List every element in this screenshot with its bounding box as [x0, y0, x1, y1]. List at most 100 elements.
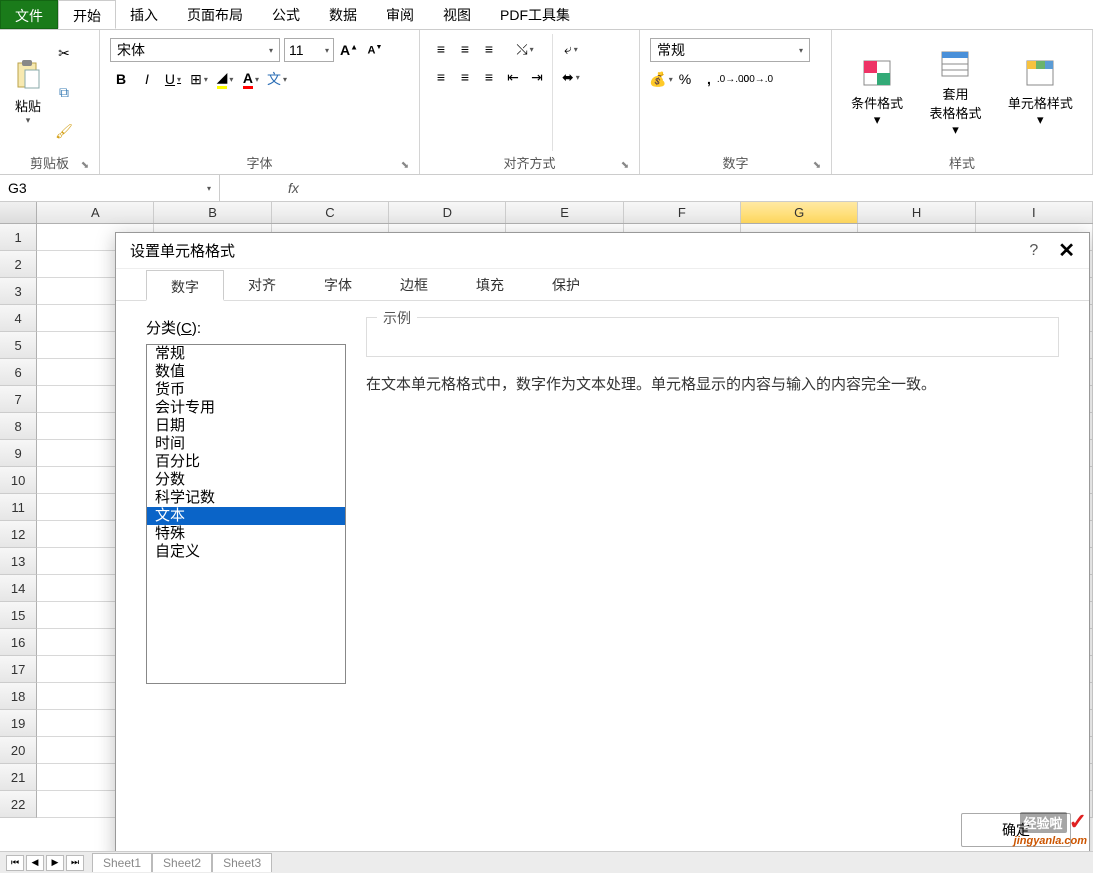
close-button[interactable]: ✕ — [1058, 238, 1075, 263]
category-item[interactable]: 货币 — [147, 381, 345, 399]
row-header-5[interactable]: 5 — [0, 332, 37, 359]
column-header-D[interactable]: D — [389, 202, 506, 223]
launcher-icon[interactable]: ⬊ — [399, 160, 411, 172]
row-header-17[interactable]: 17 — [0, 656, 37, 683]
increase-font-button[interactable]: A▲ — [338, 39, 360, 61]
wrap-text-button[interactable]: ⤶▾ — [561, 38, 581, 60]
row-header-1[interactable]: 1 — [0, 224, 37, 251]
row-header-9[interactable]: 9 — [0, 440, 37, 467]
row-header-19[interactable]: 19 — [0, 710, 37, 737]
category-item[interactable]: 数值 — [147, 363, 345, 381]
column-header-H[interactable]: H — [858, 202, 975, 223]
row-header-22[interactable]: 22 — [0, 791, 37, 818]
dialog-tab-字体[interactable]: 字体 — [300, 269, 376, 300]
dialog-tab-数字[interactable]: 数字 — [146, 270, 224, 301]
row-header-13[interactable]: 13 — [0, 548, 37, 575]
conditional-format-button[interactable]: 条件格式▾ — [843, 34, 911, 151]
align-left-button[interactable]: ≡ — [430, 66, 452, 88]
italic-button[interactable]: I — [136, 68, 158, 90]
align-middle-button[interactable]: ≡ — [454, 38, 476, 60]
sheet-tab[interactable]: Sheet2 — [152, 853, 212, 872]
sheet-nav-last[interactable]: ⏭ — [66, 855, 84, 871]
orientation-button[interactable]: ⤯▾ — [514, 38, 536, 60]
category-item[interactable]: 日期 — [147, 417, 345, 435]
align-right-button[interactable]: ≡ — [478, 66, 500, 88]
category-item[interactable]: 时间 — [147, 435, 345, 453]
cut-button[interactable]: ✂ — [54, 44, 74, 64]
sheet-nav-first[interactable]: ⏮ — [6, 855, 24, 871]
launcher-icon[interactable]: ⬊ — [811, 160, 823, 172]
tab-review[interactable]: 审阅 — [372, 0, 429, 29]
row-header-2[interactable]: 2 — [0, 251, 37, 278]
font-size-select[interactable]: 11▾ — [284, 38, 334, 62]
copy-button[interactable]: ⧉ — [54, 83, 74, 103]
sheet-tab[interactable]: Sheet1 — [92, 853, 152, 872]
row-header-16[interactable]: 16 — [0, 629, 37, 656]
category-item[interactable]: 特殊 — [147, 525, 345, 543]
column-header-G[interactable]: G — [741, 202, 858, 223]
column-header-B[interactable]: B — [154, 202, 271, 223]
underline-button[interactable]: U▾ — [162, 68, 184, 90]
dialog-tab-填充[interactable]: 填充 — [452, 269, 528, 300]
font-color-button[interactable]: A▾ — [240, 68, 262, 90]
column-header-F[interactable]: F — [624, 202, 741, 223]
row-header-15[interactable]: 15 — [0, 602, 37, 629]
indent-increase-button[interactable]: ⇥ — [526, 66, 548, 88]
select-all-corner[interactable] — [0, 202, 37, 223]
tab-insert[interactable]: 插入 — [116, 0, 173, 29]
category-item[interactable]: 分数 — [147, 471, 345, 489]
launcher-icon[interactable]: ⬊ — [79, 160, 91, 172]
tab-home[interactable]: 开始 — [58, 0, 116, 29]
row-header-18[interactable]: 18 — [0, 683, 37, 710]
cell-styles-button[interactable]: 单元格样式▾ — [1000, 34, 1081, 151]
percent-button[interactable]: % — [674, 68, 696, 90]
tab-file[interactable]: 文件 — [0, 0, 58, 29]
row-header-21[interactable]: 21 — [0, 764, 37, 791]
category-item[interactable]: 百分比 — [147, 453, 345, 471]
bold-button[interactable]: B — [110, 68, 132, 90]
dialog-tab-保护[interactable]: 保护 — [528, 269, 604, 300]
font-name-select[interactable]: 宋体▾ — [110, 38, 280, 62]
column-header-C[interactable]: C — [272, 202, 389, 223]
border-button[interactable]: ⊞▾ — [188, 68, 210, 90]
row-header-11[interactable]: 11 — [0, 494, 37, 521]
indent-decrease-button[interactable]: ⇤ — [502, 66, 524, 88]
tab-view[interactable]: 视图 — [429, 0, 486, 29]
row-header-12[interactable]: 12 — [0, 521, 37, 548]
name-box[interactable]: G3▾ — [0, 175, 220, 201]
tab-data[interactable]: 数据 — [315, 0, 372, 29]
align-bottom-button[interactable]: ≡ — [478, 38, 500, 60]
decrease-font-button[interactable]: A▼ — [364, 39, 386, 61]
decrease-decimal-button[interactable]: .00→.0 — [746, 68, 768, 90]
row-header-4[interactable]: 4 — [0, 305, 37, 332]
row-header-10[interactable]: 10 — [0, 467, 37, 494]
row-header-20[interactable]: 20 — [0, 737, 37, 764]
tab-layout[interactable]: 页面布局 — [173, 0, 258, 29]
launcher-icon[interactable]: ⬊ — [619, 160, 631, 172]
category-item[interactable]: 常规 — [147, 345, 345, 363]
number-format-select[interactable]: 常规▾ — [650, 38, 810, 62]
tab-pdf[interactable]: PDF工具集 — [486, 0, 585, 29]
column-header-I[interactable]: I — [976, 202, 1093, 223]
currency-button[interactable]: 💰▾ — [650, 68, 672, 90]
format-table-button[interactable]: 套用 表格格式▾ — [921, 34, 989, 151]
row-header-6[interactable]: 6 — [0, 359, 37, 386]
help-button[interactable]: ? — [1029, 242, 1038, 260]
row-header-14[interactable]: 14 — [0, 575, 37, 602]
row-header-7[interactable]: 7 — [0, 386, 37, 413]
row-header-8[interactable]: 8 — [0, 413, 37, 440]
align-center-button[interactable]: ≡ — [454, 66, 476, 88]
merge-button[interactable]: ⬌▾ — [561, 66, 581, 88]
align-top-button[interactable]: ≡ — [430, 38, 452, 60]
category-item[interactable]: 文本 — [147, 507, 345, 525]
paste-button[interactable]: 粘贴 ▾ — [6, 34, 50, 151]
fx-icon[interactable]: fx — [288, 180, 299, 196]
category-item[interactable]: 自定义 — [147, 543, 345, 561]
tab-formula[interactable]: 公式 — [258, 0, 315, 29]
category-item[interactable]: 科学记数 — [147, 489, 345, 507]
sheet-nav-prev[interactable]: ◀ — [26, 855, 44, 871]
sheet-tab[interactable]: Sheet3 — [212, 853, 272, 872]
row-header-3[interactable]: 3 — [0, 278, 37, 305]
category-list[interactable]: 常规数值货币会计专用日期时间百分比分数科学记数文本特殊自定义 — [146, 344, 346, 684]
phonetic-button[interactable]: 文▾ — [266, 68, 288, 90]
